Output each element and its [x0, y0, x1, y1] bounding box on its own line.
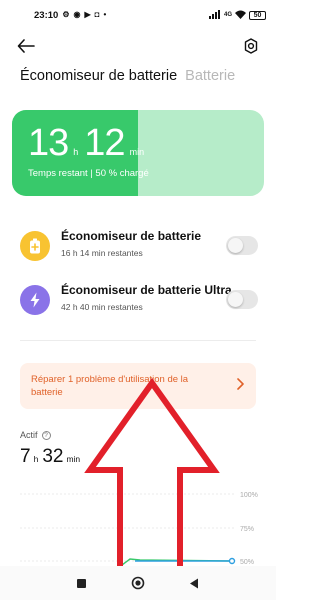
time-remaining-card: 13 h 12 min Temps restant | 50 % chargé — [12, 110, 264, 196]
circle-home-icon — [131, 576, 145, 590]
battery-saver-title: Économiseur de batterie — [61, 229, 202, 243]
minutes-unit: min — [129, 147, 145, 157]
battery-saver-icon — [20, 231, 50, 261]
tick-label-100: 100% — [240, 492, 258, 499]
active-minutes-unit: min — [66, 454, 81, 464]
battery-saver-subtitle: 16 h 14 min restantes — [61, 248, 143, 258]
recorder-icon: ◉ — [73, 10, 81, 19]
repair-issue-text: Réparer 1 problème d'utilisation de la b… — [31, 374, 189, 398]
toggle-knob — [228, 292, 243, 307]
square-recents-icon — [76, 578, 86, 588]
status-bar: 23:10 ⚙ ◉ ▶ ◘ • 4G 50 — [0, 0, 276, 30]
battery-icon: 50 — [249, 10, 266, 20]
settings-icon — [244, 38, 258, 54]
media-icon: ▶ — [84, 10, 91, 19]
ultra-battery-saver-toggle[interactable] — [226, 290, 258, 309]
battery-level: 50 — [253, 11, 262, 19]
tab-battery[interactable]: Batterie — [185, 68, 235, 84]
wifi-icon — [235, 10, 246, 21]
lightning-icon — [20, 285, 50, 315]
notification-icon: ◘ — [94, 10, 100, 19]
minutes-value: 12 — [84, 122, 125, 164]
triangle-back-icon — [190, 578, 198, 588]
hours-value: 13 — [28, 122, 69, 164]
back-nav-button[interactable] — [186, 575, 202, 591]
home-button[interactable] — [130, 575, 146, 591]
network-type: 4G — [223, 12, 232, 18]
back-button[interactable] — [14, 35, 38, 57]
gear-icon: ⚙ — [62, 10, 70, 19]
battery-saver-row[interactable]: Économiseur de batterie 16 h 14 min rest… — [20, 229, 260, 269]
chevron-right-icon — [237, 378, 244, 390]
time-remaining-subtitle: Temps restant | 50 % chargé — [28, 168, 149, 179]
battery-saver-toggle[interactable] — [226, 236, 258, 255]
time-remaining-value: 13 h 12 min — [28, 122, 150, 165]
tick-label-50: 50% — [240, 559, 254, 566]
signal-icon — [208, 9, 221, 21]
tab-battery-saver[interactable]: Économiseur de batterie — [20, 68, 177, 84]
status-time: 23:10 — [34, 9, 59, 21]
help-icon[interactable]: ? — [41, 430, 51, 440]
status-left: 23:10 ⚙ ◉ ▶ ◘ • — [34, 10, 106, 21]
ultra-battery-saver-row[interactable]: Économiseur de batterie Ultra 42 h 40 mi… — [20, 283, 260, 323]
dot-icon: • — [103, 10, 107, 19]
status-right: 4G 50 — [208, 9, 266, 21]
active-minutes: 32 — [42, 446, 64, 467]
recents-button[interactable] — [73, 575, 89, 591]
tick-label-75: 75% — [240, 526, 254, 533]
active-label-row: Actif ? — [20, 430, 51, 440]
ultra-battery-saver-subtitle: 42 h 40 min restantes — [61, 302, 143, 312]
system-nav-bar — [0, 566, 276, 600]
repair-issue-card[interactable]: Réparer 1 problème d'utilisation de la b… — [20, 363, 256, 409]
active-hours: 7 — [20, 446, 31, 467]
section-divider — [20, 340, 256, 341]
hours-unit: h — [73, 147, 79, 157]
back-arrow-icon — [17, 39, 35, 53]
ultra-battery-saver-title: Économiseur de batterie Ultra — [61, 283, 232, 297]
tab-bar: Économiseur de batterie Batterie — [20, 68, 235, 84]
battery-usage-chart: 100% 75% 50% — [20, 492, 258, 569]
settings-button[interactable] — [240, 35, 262, 57]
active-hours-unit: h — [33, 454, 39, 464]
top-nav — [0, 32, 276, 60]
current-level-point — [228, 557, 236, 565]
toggle-knob — [228, 238, 243, 253]
active-time-value: 7 h 32 min — [20, 446, 84, 468]
active-label: Actif — [20, 430, 38, 440]
